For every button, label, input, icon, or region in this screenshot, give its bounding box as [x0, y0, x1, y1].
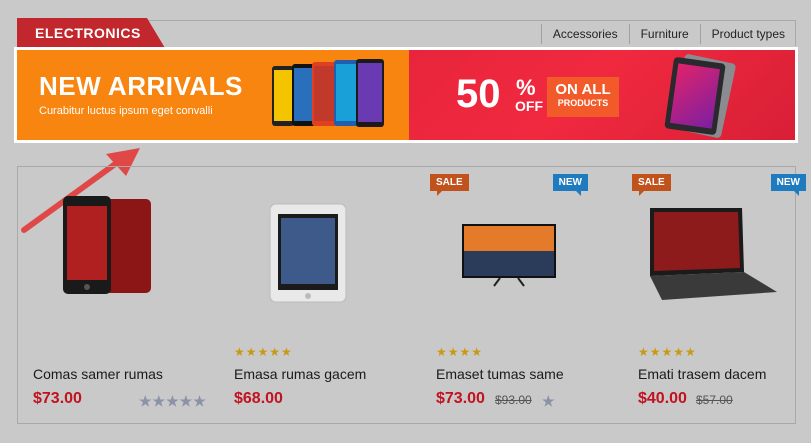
- discount-panel: 50 % OFF ON ALL PRODUCTS: [409, 50, 795, 140]
- product-card[interactable]: ★★★★★ Comas samer rumas $73.00: [17, 170, 207, 420]
- product-price: $68.00: [234, 390, 283, 407]
- product-old-price: $93.00: [495, 393, 532, 407]
- new-badge: NEW: [770, 174, 806, 196]
- tablet-image: [664, 56, 726, 136]
- product-price: $73.00: [436, 390, 485, 407]
- tab-furniture[interactable]: Furniture: [628, 24, 700, 44]
- new-badge: NEW: [552, 174, 588, 196]
- category-tab-wedge: [147, 18, 165, 48]
- category-tabs: Accessories Furniture Product types: [540, 24, 796, 44]
- product-card[interactable]: SALE NEW ★★★★ ★ Emaset tumas same $73.00 …: [420, 170, 610, 420]
- product-price: $73.00: [33, 390, 82, 407]
- tablet-image: [269, 203, 347, 303]
- category-title[interactable]: ELECTRONICS: [17, 18, 147, 48]
- on-all-products-label: ON ALL PRODUCTS: [547, 77, 619, 117]
- product-old-price: $57.00: [696, 393, 733, 407]
- sale-badge: SALE: [632, 174, 671, 196]
- smartphone-image: [63, 196, 151, 294]
- rating-stars: ★★★★★: [234, 345, 293, 359]
- banner-subline: Curabitur luctus ipsum eget convalli: [39, 105, 213, 117]
- rating-stars: ★★★★★: [638, 345, 697, 359]
- phones-image: [272, 59, 392, 130]
- product-card[interactable]: ★★★★★ Emasa rumas gacem $68.00: [218, 170, 408, 420]
- tv-image: [462, 224, 556, 287]
- product-name[interactable]: Emati trasem dacem: [638, 366, 766, 382]
- product-name[interactable]: Emasa rumas gacem: [234, 366, 366, 382]
- tab-accessories[interactable]: Accessories: [540, 24, 629, 44]
- product-card[interactable]: SALE NEW ★★★★★ Emati trasem dacem $40.00…: [622, 170, 811, 420]
- discount-off-label: OFF: [515, 98, 543, 114]
- promo-banner[interactable]: NEW ARRIVALS Curabitur luctus ipsum eget…: [14, 47, 798, 143]
- on-all-line2: PRODUCTS: [557, 98, 609, 108]
- laptop-image: [650, 208, 777, 300]
- on-all-line1: ON ALL: [555, 81, 611, 98]
- tab-product-types[interactable]: Product types: [699, 24, 796, 44]
- new-arrivals-panel: NEW ARRIVALS Curabitur luctus ipsum eget…: [17, 50, 409, 140]
- banner-headline: NEW ARRIVALS: [39, 71, 243, 101]
- product-name[interactable]: Emaset tumas same: [436, 366, 564, 382]
- discount-percent: 50: [456, 72, 501, 116]
- product-price: $40.00: [638, 390, 687, 407]
- sale-badge: SALE: [430, 174, 469, 196]
- product-name[interactable]: Comas samer rumas: [33, 366, 163, 382]
- rating-stars: ★★★★★: [436, 345, 556, 409]
